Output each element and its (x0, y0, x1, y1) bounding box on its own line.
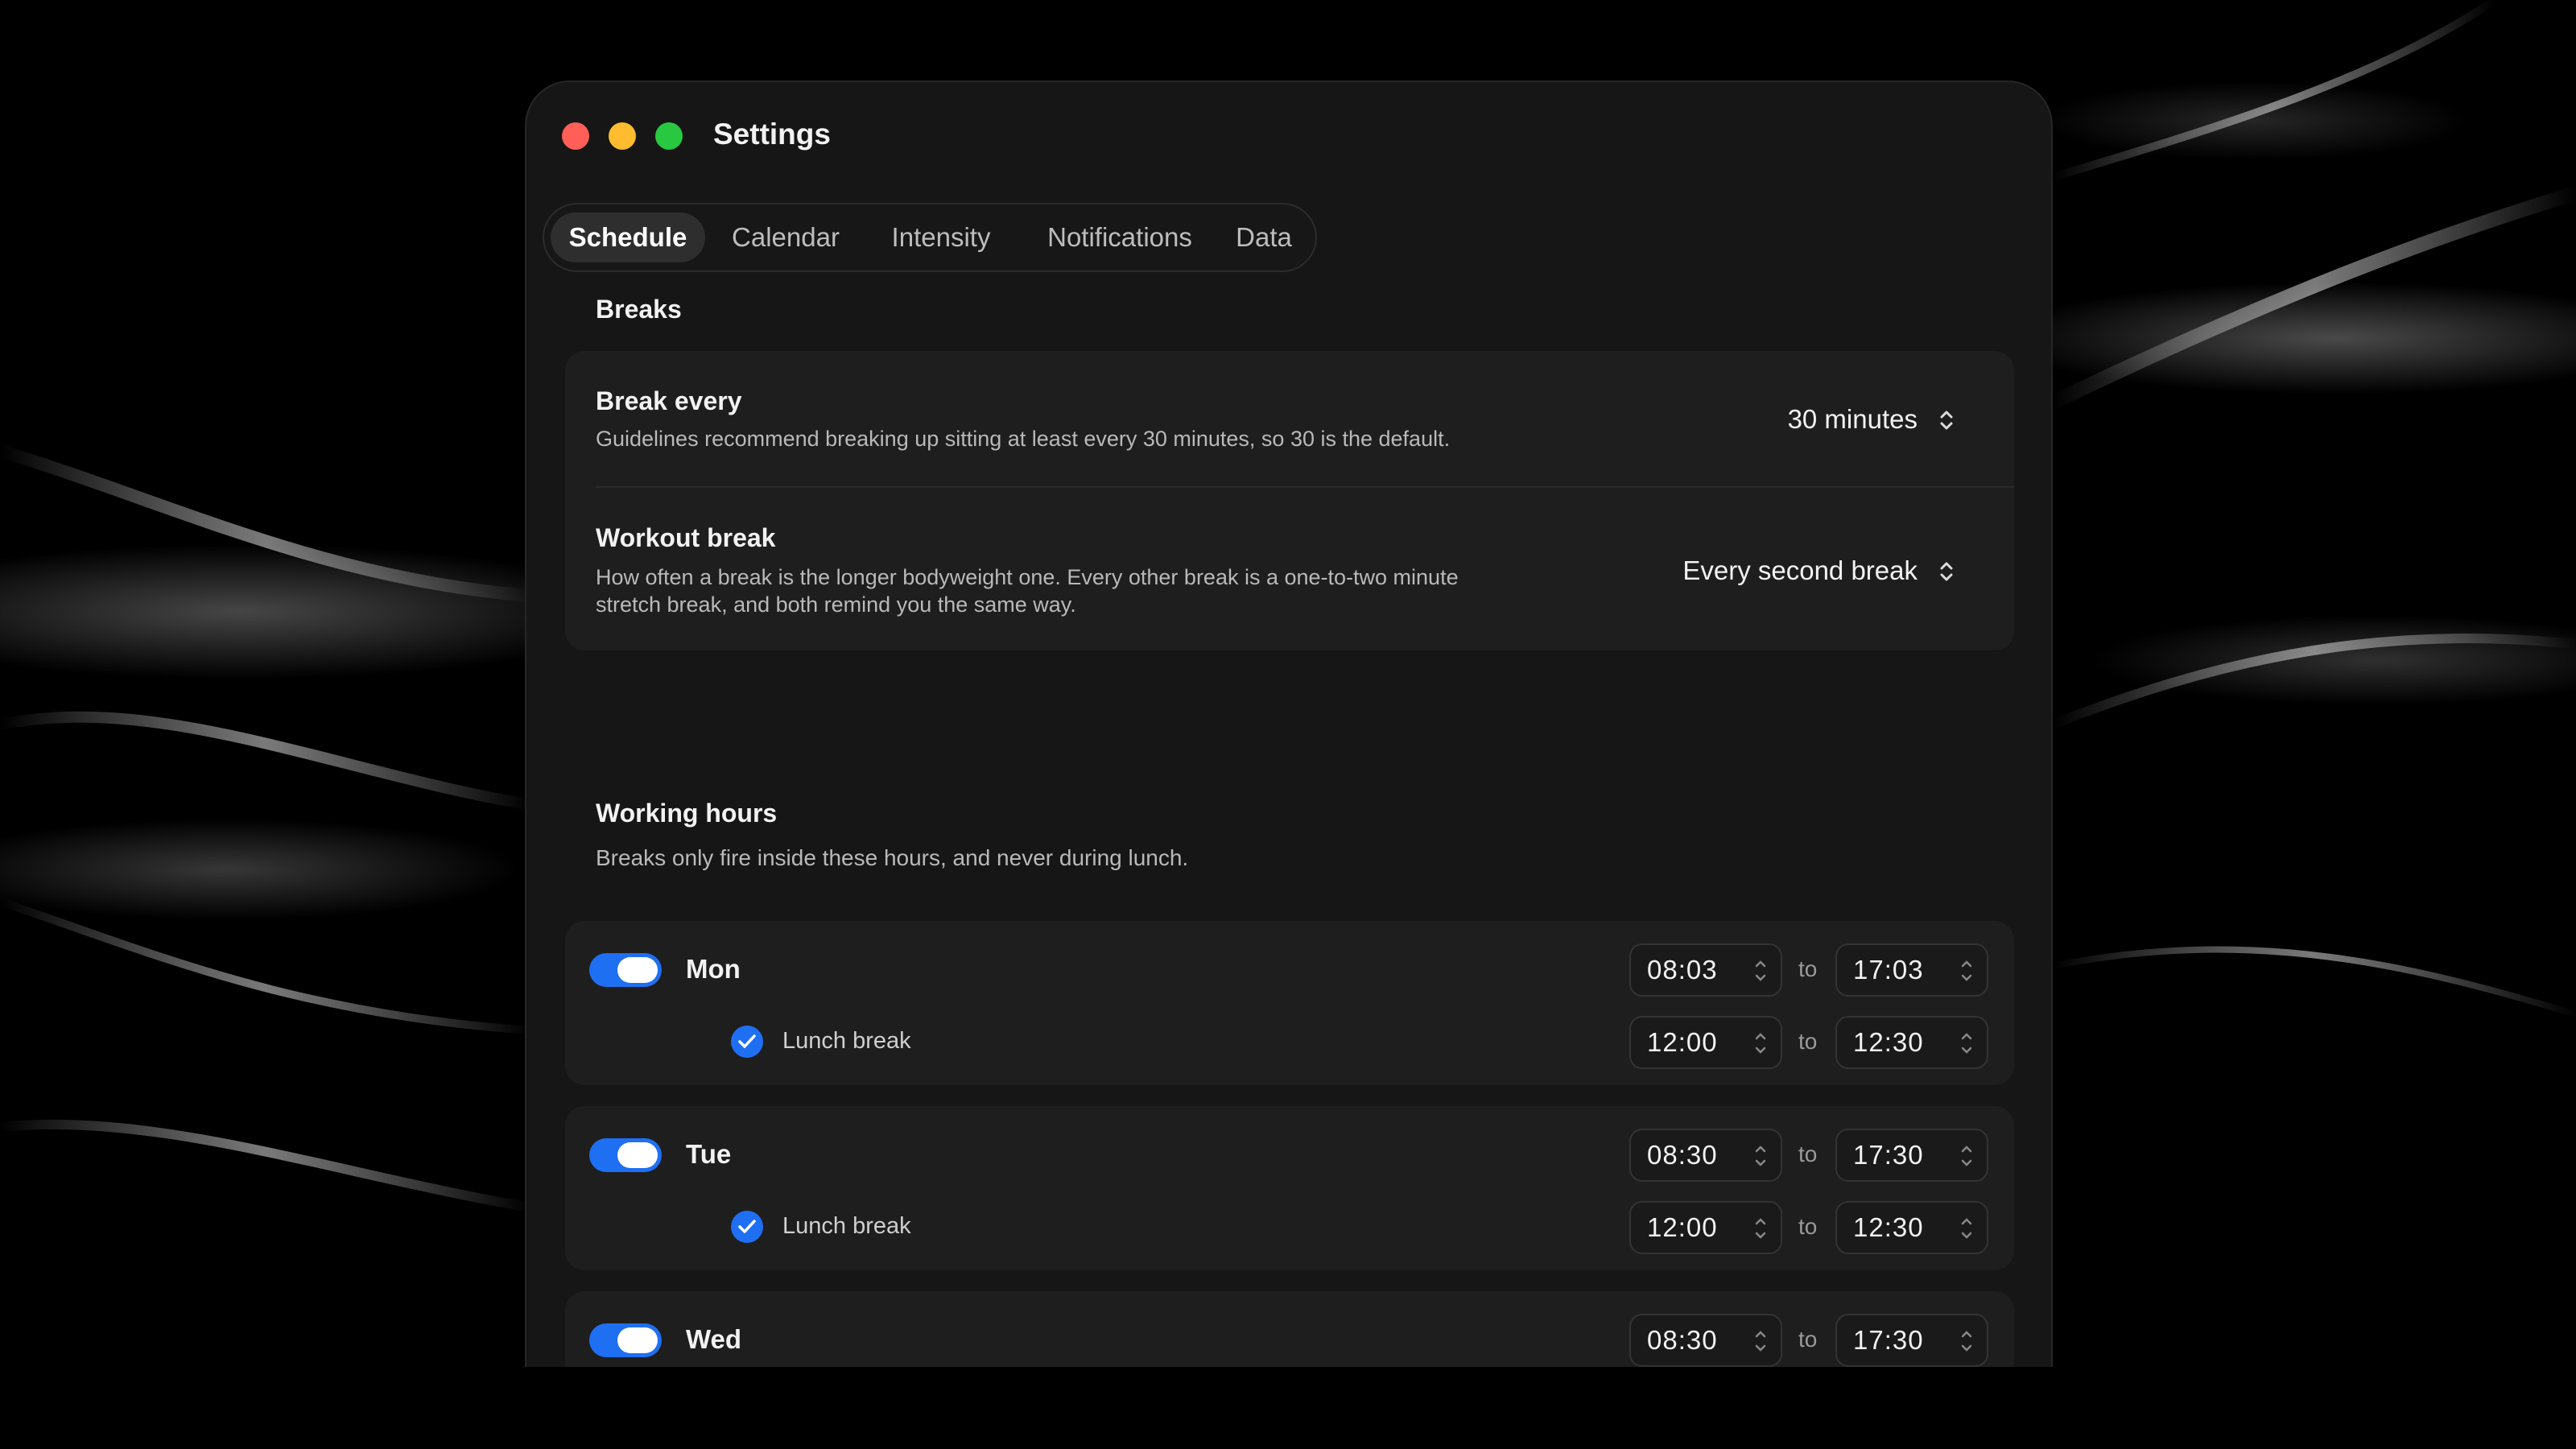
break-every-select[interactable]: 30 minutes (1788, 404, 1918, 435)
time-value: 08:30 (1647, 1325, 1718, 1355)
working-hours-description: Breaks only fire inside these hours, and… (596, 845, 1189, 870)
toggle-knob (617, 1142, 658, 1168)
day-label: Tue (686, 1139, 732, 1169)
time-value: 08:03 (1647, 955, 1718, 985)
working-hours-title: Working hours (596, 799, 778, 828)
time-value: 12:00 (1647, 1212, 1718, 1242)
toggle-knob (617, 1327, 658, 1353)
chevron-up-down-icon[interactable] (1935, 555, 1958, 588)
close-window-button[interactable] (562, 122, 589, 150)
breaks-card: Break every Guidelines recommend breakin… (565, 351, 2014, 650)
work-start-time-field[interactable]: 08:03 (1629, 943, 1782, 997)
time-stepper-icon[interactable] (1958, 1140, 1975, 1172)
time-stepper-icon[interactable] (1752, 1325, 1769, 1357)
day-enabled-toggle[interactable] (589, 1138, 662, 1172)
break-every-description: Guidelines recommend breaking up sitting… (596, 427, 1451, 451)
work-start-time-field[interactable]: 08:30 (1629, 1129, 1782, 1182)
to-label: to (1798, 1327, 1818, 1352)
workout-break-description-line1: How often a break is the longer bodyweig… (596, 565, 1459, 589)
work-end-time-field[interactable]: 17:30 (1835, 1314, 1988, 1367)
lunch-break-label: Lunch break (782, 1028, 911, 1054)
time-value: 17:03 (1853, 955, 1924, 985)
time-value: 12:30 (1853, 1027, 1924, 1057)
chevron-up-down-icon[interactable] (1935, 404, 1958, 436)
toggle-knob (617, 957, 658, 983)
work-start-time-field[interactable]: 08:30 (1629, 1314, 1782, 1367)
time-stepper-icon[interactable] (1752, 1212, 1769, 1245)
title-bar: Settings (526, 82, 2051, 187)
minimize-window-button[interactable] (609, 122, 636, 150)
time-value: 17:30 (1853, 1140, 1924, 1170)
to-label: to (1798, 1214, 1818, 1239)
time-stepper-icon[interactable] (1752, 1027, 1769, 1059)
lunch-end-time-field[interactable]: 12:30 (1835, 1201, 1988, 1254)
row-divider (596, 486, 2014, 488)
break-every-title: Break every (596, 386, 742, 415)
zoom-window-button[interactable] (655, 122, 683, 150)
window-title: Settings (713, 118, 831, 151)
workout-break-title: Workout break (596, 523, 776, 552)
tab-intensity[interactable]: Intensity (865, 213, 1018, 262)
to-label: to (1798, 1029, 1818, 1054)
time-stepper-icon[interactable] (1958, 1212, 1975, 1245)
time-value: 08:30 (1647, 1140, 1718, 1170)
time-stepper-icon[interactable] (1752, 955, 1769, 987)
time-value: 12:00 (1647, 1027, 1718, 1057)
lunch-start-time-field[interactable]: 12:00 (1629, 1016, 1782, 1069)
time-value: 12:30 (1853, 1212, 1924, 1242)
time-stepper-icon[interactable] (1958, 1325, 1975, 1357)
day-row-tue: Tue Lunch break 08:30 to 17:30 12:00 to … (565, 1106, 2014, 1270)
day-enabled-toggle[interactable] (589, 1323, 662, 1357)
to-label: to (1798, 956, 1818, 981)
day-enabled-toggle[interactable] (589, 953, 662, 987)
time-stepper-icon[interactable] (1958, 1027, 1975, 1059)
time-value: 17:30 (1853, 1325, 1924, 1355)
day-row-mon: Mon Lunch break 08:03 to 17:03 12:00 to … (565, 921, 2014, 1085)
work-end-time-field[interactable]: 17:03 (1835, 943, 1988, 997)
lunch-break-label: Lunch break (782, 1213, 911, 1239)
work-end-time-field[interactable]: 17:30 (1835, 1129, 1988, 1182)
lunch-break-checkbox[interactable] (731, 1026, 763, 1058)
tab-schedule[interactable]: Schedule (551, 213, 705, 262)
workout-break-select[interactable]: Every second break (1682, 555, 1918, 586)
day-label: Mon (686, 954, 741, 984)
tab-calendar[interactable]: Calendar (710, 213, 861, 262)
lunch-start-time-field[interactable]: 12:00 (1629, 1201, 1782, 1254)
tab-bar: Schedule Calendar Intensity Notification… (543, 203, 1317, 272)
lunch-break-checkbox[interactable] (731, 1211, 763, 1243)
time-stepper-icon[interactable] (1958, 955, 1975, 987)
lunch-end-time-field[interactable]: 12:30 (1835, 1016, 1988, 1069)
to-label: to (1798, 1141, 1818, 1166)
time-stepper-icon[interactable] (1752, 1140, 1769, 1172)
tab-data[interactable]: Data (1222, 213, 1306, 262)
workout-break-description-line2: stretch break, and both remind you the s… (596, 592, 1076, 617)
settings-window: Settings Schedule Calendar Intensity Not… (525, 80, 2053, 1367)
day-label: Wed (686, 1324, 742, 1354)
day-row-wed: Wed Lunch break 08:30 to 17:30 12:00 (565, 1291, 2014, 1367)
checkmark-icon (738, 1220, 756, 1233)
tab-notifications[interactable]: Notifications (1021, 213, 1219, 262)
breaks-section-title: Breaks (596, 295, 682, 324)
checkmark-icon (738, 1034, 756, 1048)
